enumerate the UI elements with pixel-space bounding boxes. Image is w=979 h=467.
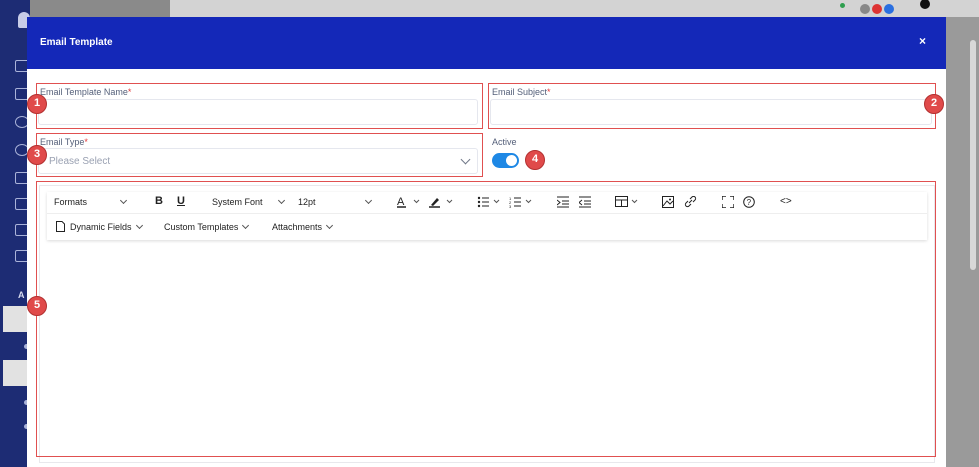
close-icon[interactable]: × [919, 34, 926, 48]
chevron-down-icon [325, 221, 334, 230]
highlight-color-icon[interactable] [429, 196, 455, 208]
avatar[interactable] [884, 4, 894, 14]
template-name-input[interactable] [38, 99, 478, 125]
svg-text:3: 3 [509, 204, 512, 208]
formats-dropdown[interactable]: Formats [54, 196, 128, 207]
sidebar-item-active[interactable] [3, 306, 30, 332]
required-mark: * [127, 87, 132, 97]
app-topbar [170, 0, 979, 17]
font-family-dropdown[interactable]: System Font [212, 196, 285, 207]
step-badge-5: 5 [27, 296, 47, 316]
editor-toolbar: Formats B U System Font 12pt A 123 ? <> … [47, 192, 927, 240]
chevron-down-icon [242, 221, 250, 230]
help-icon[interactable]: ? [743, 196, 755, 208]
toolbar-row-main: Formats B U System Font 12pt A 123 ? <> [47, 192, 927, 214]
avatar[interactable] [872, 4, 882, 14]
modal-header: Email Template × [27, 17, 946, 69]
fullscreen-icon[interactable] [722, 196, 734, 208]
email-type-label: Email Type* [40, 137, 88, 147]
required-mark: * [547, 87, 551, 97]
sidebar-item[interactable] [3, 360, 30, 386]
indent-icon[interactable] [557, 196, 571, 208]
active-toggle[interactable] [492, 153, 519, 168]
image-icon[interactable] [662, 196, 675, 208]
toolbar-row-custom: Dynamic Fields Custom Templates Attachme… [47, 215, 927, 239]
outdent-icon[interactable] [579, 196, 593, 208]
source-code-button[interactable]: <> [780, 196, 792, 207]
document-icon [56, 221, 65, 232]
toggle-knob [506, 155, 517, 166]
step-badge-3: 3 [27, 145, 47, 165]
subject-input[interactable] [490, 99, 932, 125]
app-sidebar: A [0, 0, 30, 467]
step-badge-1: 1 [27, 94, 47, 114]
custom-templates-dropdown[interactable]: Custom Templates [164, 221, 250, 232]
bullet-list-icon[interactable] [477, 196, 503, 208]
email-template-modal: Email Template × Email Template Name* Em… [27, 17, 946, 467]
font-size-dropdown[interactable]: 12pt [298, 196, 372, 207]
email-type-select[interactable]: Please Select [38, 148, 478, 174]
sidebar-section-label: A [18, 290, 25, 300]
template-name-label: Email Template Name* [40, 87, 132, 97]
table-icon[interactable] [615, 196, 641, 208]
step-badge-2: 2 [924, 94, 944, 114]
status-dot [840, 3, 845, 8]
required-mark: * [84, 137, 88, 147]
scrollbar[interactable] [970, 40, 976, 270]
link-icon[interactable] [684, 196, 697, 208]
subject-label: Email Subject* [492, 87, 551, 97]
numbered-list-icon[interactable]: 123 [509, 196, 535, 208]
step-badge-4: 4 [525, 150, 545, 170]
svg-text:?: ? [747, 198, 752, 207]
chevron-down-icon [277, 196, 285, 205]
dynamic-fields-dropdown[interactable]: Dynamic Fields [70, 221, 143, 232]
chevron-down-icon [119, 196, 128, 205]
email-type-placeholder: Please Select [49, 156, 111, 167]
chevron-down-icon [135, 221, 143, 230]
modal-title: Email Template [40, 37, 113, 48]
bold-button[interactable]: B [155, 195, 163, 207]
chevron-down-icon [460, 154, 471, 165]
attachments-dropdown[interactable]: Attachments [272, 221, 334, 232]
avatar[interactable] [860, 4, 870, 14]
text-color-icon[interactable]: A [397, 196, 421, 208]
user-avatar[interactable] [920, 0, 930, 9]
svg-text:A: A [397, 196, 405, 208]
active-label: Active [492, 137, 517, 147]
underline-button[interactable]: U [177, 195, 185, 207]
chevron-down-icon [364, 196, 372, 205]
